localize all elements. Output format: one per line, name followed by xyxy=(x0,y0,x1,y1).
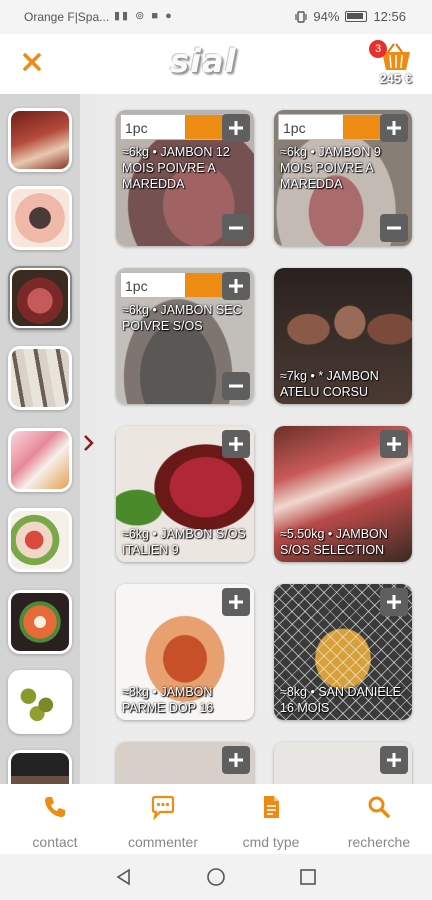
phone-icon xyxy=(45,797,65,817)
plus-icon xyxy=(387,437,401,451)
vibrate-icon xyxy=(295,10,308,23)
nav-contact[interactable]: contact xyxy=(5,794,105,850)
product-name: ≈6kg • JAMBON 9 MOIS POIVRE A MAREDDA xyxy=(280,145,381,191)
category-item[interactable] xyxy=(8,108,72,172)
battery-icon xyxy=(345,11,368,22)
quantity-value: 1pc xyxy=(125,278,148,294)
nav-label: cmd type xyxy=(242,834,300,850)
status-bar: Orange F|Spa... ▮▮ ⊚ ■ ● 94% 12:56 xyxy=(0,0,432,34)
category-item[interactable] xyxy=(8,590,72,654)
product-card[interactable]: ≈8kg • JAMBON PARME DOP 16 xyxy=(116,584,254,720)
product-name: ≈6kg • JAMBON SEC POIVRE S/OS xyxy=(122,303,242,333)
plus-icon xyxy=(387,121,401,135)
app-logo: sial xyxy=(170,42,237,80)
product-name: ≈6kg • JAMBON 12 MOIS POIVRE A MAREDDA xyxy=(122,145,230,191)
product-name: ≈8kg • SAN DANIELE 16 MOIS xyxy=(280,685,402,715)
plus-icon xyxy=(229,753,243,767)
add-button[interactable] xyxy=(222,114,250,142)
category-sidebar xyxy=(0,94,96,814)
recents-icon[interactable] xyxy=(298,867,318,887)
plus-icon xyxy=(229,121,243,135)
plus-icon xyxy=(387,595,401,609)
product-card[interactable]: ≈7kg • * JAMBON ATELU CORSU xyxy=(274,268,412,404)
quantity-value: 1pc xyxy=(283,120,306,136)
product-card[interactable]: ≈5.50kg • JAMBON S/OS SELECTION xyxy=(274,426,412,562)
chevron-right-icon[interactable] xyxy=(82,434,94,452)
signal-icons: ▮▮ ⊚ ■ ● xyxy=(114,10,174,22)
remove-button[interactable] xyxy=(222,214,250,242)
product-card[interactable]: 1pc ≈6kg • JAMBON SEC POIVRE S/OS xyxy=(116,268,254,404)
minus-icon xyxy=(387,226,401,230)
category-item[interactable] xyxy=(8,428,72,492)
close-icon[interactable] xyxy=(20,50,44,74)
minus-icon xyxy=(229,226,243,230)
add-button[interactable] xyxy=(222,588,250,616)
home-icon[interactable] xyxy=(206,867,226,887)
add-button[interactable] xyxy=(222,430,250,458)
search-icon xyxy=(368,796,390,818)
product-card[interactable]: ≈6kg • JAMBON S/OS ITALIEN 9 xyxy=(116,426,254,562)
add-button[interactable] xyxy=(222,272,250,300)
category-item[interactable] xyxy=(8,186,72,250)
battery-percent: 94% xyxy=(313,9,340,24)
nav-recherche[interactable]: recherche xyxy=(329,794,429,850)
bottom-nav: contact commenter cmd type recherche xyxy=(0,784,432,854)
add-button[interactable] xyxy=(380,588,408,616)
nav-label: contact xyxy=(32,834,78,850)
category-item[interactable] xyxy=(8,670,72,734)
add-button[interactable] xyxy=(222,746,250,774)
quantity-field[interactable]: 1pc xyxy=(120,114,229,140)
nav-label: commenter xyxy=(127,834,199,850)
plus-icon xyxy=(229,279,243,293)
cart-total: 245 € xyxy=(379,71,412,86)
add-button[interactable] xyxy=(380,746,408,774)
plus-icon xyxy=(229,437,243,451)
back-icon[interactable] xyxy=(114,867,134,887)
cart-count-badge: 3 xyxy=(369,40,387,58)
nav-cmd-type[interactable]: cmd type xyxy=(221,794,321,850)
category-item[interactable] xyxy=(8,508,72,572)
product-card[interactable] xyxy=(274,742,412,784)
clock: 12:56 xyxy=(373,9,406,24)
product-card[interactable] xyxy=(116,742,254,784)
add-button[interactable] xyxy=(380,114,408,142)
carrier-name: Orange F|Spa... xyxy=(24,10,110,24)
quantity-value: 1pc xyxy=(125,120,148,136)
plus-icon xyxy=(387,753,401,767)
status-right: 94% 12:56 xyxy=(295,9,406,24)
chat-icon xyxy=(151,795,175,820)
product-name: ≈5.50kg • JAMBON S/OS SELECTION xyxy=(280,527,388,557)
product-card[interactable]: 1pc ≈6kg • JAMBON 9 MOIS POIVRE A MAREDD… xyxy=(274,110,412,246)
plus-icon xyxy=(229,595,243,609)
cart-button[interactable]: 3 245 € xyxy=(364,40,414,90)
minus-icon xyxy=(229,384,243,388)
document-icon xyxy=(264,796,279,818)
system-nav-bar xyxy=(0,854,432,900)
quantity-field[interactable]: 1pc xyxy=(278,114,387,140)
app-header: sial 3 245 € xyxy=(0,34,432,94)
category-item[interactable] xyxy=(8,346,72,410)
product-name: ≈7kg • * JAMBON ATELU CORSU xyxy=(280,369,379,399)
nav-label: recherche xyxy=(347,834,411,850)
product-grid: 1pc ≈6kg • JAMBON 12 MOIS POIVRE A MARED… xyxy=(96,94,432,784)
quantity-field[interactable]: 1pc xyxy=(120,272,229,298)
remove-button[interactable] xyxy=(380,214,408,242)
category-item-active[interactable] xyxy=(8,266,72,330)
product-name: ≈6kg • JAMBON S/OS ITALIEN 9 xyxy=(122,527,246,557)
remove-button[interactable] xyxy=(222,372,250,400)
product-card[interactable]: ≈8kg • SAN DANIELE 16 MOIS xyxy=(274,584,412,720)
product-card[interactable]: 1pc ≈6kg • JAMBON 12 MOIS POIVRE A MARED… xyxy=(116,110,254,246)
product-name: ≈8kg • JAMBON PARME DOP 16 xyxy=(122,685,214,715)
add-button[interactable] xyxy=(380,430,408,458)
nav-commenter[interactable]: commenter xyxy=(113,794,213,850)
